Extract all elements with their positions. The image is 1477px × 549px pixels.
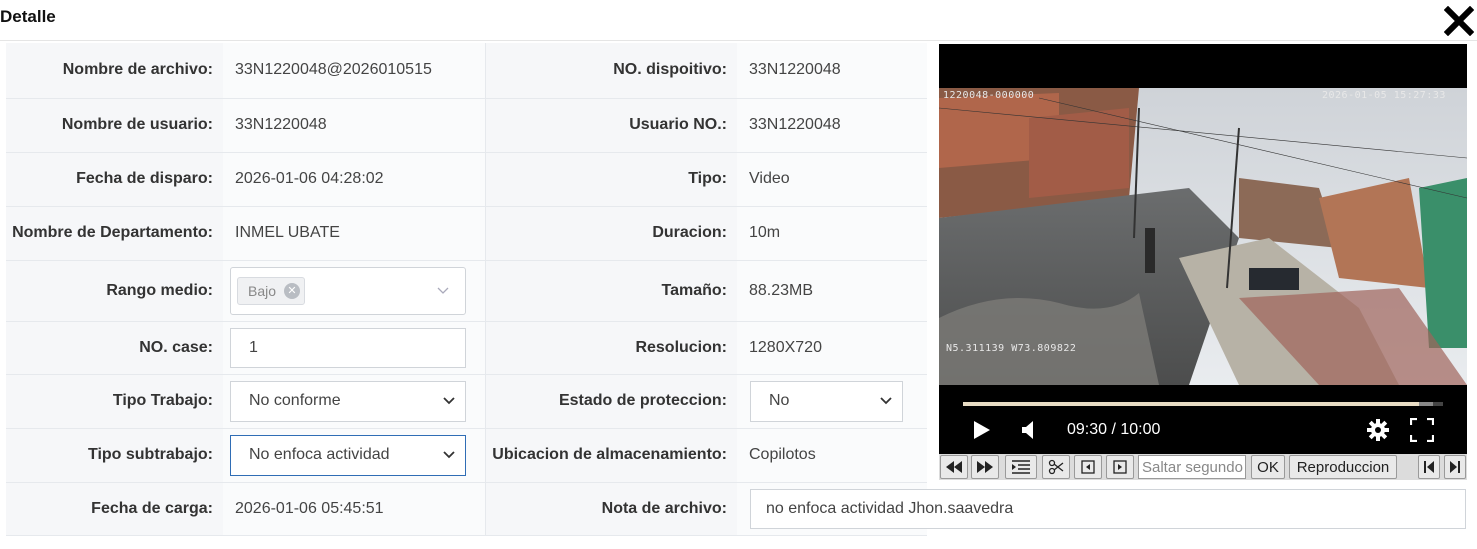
work-type-value: No conforme [249,392,341,409]
file-name-value: 33N1220048@2026010515 [223,43,486,99]
progress-played [963,402,1419,406]
type-label: Tipo: [485,152,737,207]
case-no-input[interactable]: 1 [230,327,466,368]
table-row: Nombre de archivo: 33N1220048@2026010515… [6,43,927,99]
user-name-label: Nombre de usuario: [6,98,223,153]
chevron-down-icon [443,397,455,405]
device-no-label: NO. dispoitivo: [485,43,737,99]
work-type-label: Tipo Trabajo: [6,374,223,429]
osd-gps: N5.311139 W73.809822 [946,343,1077,354]
volume-icon[interactable] [1021,420,1037,445]
playback-button[interactable]: Reproduccion [1289,455,1397,479]
table-row: Nombre de usuario: 33N1220048 Usuario NO… [6,98,927,153]
file-name-label: Nombre de archivo: [6,43,223,99]
progress-buffered [1419,402,1434,406]
chevron-down-icon [443,451,455,459]
video-player[interactable]: 1220048-000000 2026-01-05 15:27:33 N5.31… [939,44,1467,454]
sub-work-type-select[interactable]: No enfoca actividad [230,434,466,476]
medium-range-label: Rango medio: [6,260,223,322]
list-icon[interactable] [1005,455,1037,479]
rewind-icon[interactable] [940,455,968,479]
time-display: 09:30 / 10:00 [1067,421,1161,438]
progress-bar[interactable] [963,402,1443,406]
user-name-value: 33N1220048 [223,98,486,153]
department-label: Nombre de Departamento: [6,206,223,261]
case-no-label: NO. case: [6,321,223,375]
table-row: Tipo Trabajo: No conforme Estado de prot… [6,374,927,429]
tag-remove-icon[interactable]: ✕ [284,282,301,299]
size-label: Tamaño: [485,260,737,322]
file-note-label: Nota de archivo: [485,482,737,536]
medium-range-select[interactable]: Bajo ✕ [230,266,466,315]
upload-date-value: 2026-01-06 05:45:51 [223,482,486,536]
table-row: NO. case: 1 Resolucion: 1280X720 [6,321,927,375]
table-row: Nombre de Departamento: INMEL UBATE Dura… [6,206,927,261]
ok-button[interactable]: OK [1251,455,1285,479]
type-value: Video [737,152,927,207]
upload-date-label: Fecha de carga: [6,482,223,536]
next-frame-icon[interactable] [1106,455,1134,479]
size-value: 88.23MB [737,260,927,322]
protection-label: Estado de proteccion: [485,374,737,429]
sub-work-type-value: No enfoca actividad [249,446,390,463]
chevron-down-icon [880,397,892,405]
tag-label: Bajo [248,282,277,299]
video-scene-image [939,88,1467,385]
trigger-date-label: Fecha de disparo: [6,152,223,207]
protection-select[interactable]: No [750,380,903,422]
medium-range-tag: Bajo ✕ [237,276,306,305]
file-note-input[interactable]: no enfoca actividad Jhon.saavedra [750,489,1466,529]
osd-device-id: 1220048-000000 [943,90,1035,101]
user-no-label: Usuario NO.: [485,98,737,153]
dialog-title: Detalle [0,7,56,26]
fast-forward-icon[interactable] [971,455,999,479]
close-icon[interactable] [1444,6,1474,36]
duration-label: Duracion: [485,206,737,261]
sub-work-type-label: Tipo subtrabajo: [6,428,223,483]
resolution-value: 1280X720 [737,321,927,375]
detail-table: Nombre de archivo: 33N1220048@2026010515… [6,43,927,536]
protection-value: No [769,392,790,409]
settings-gear-icon[interactable] [1366,418,1390,447]
user-no-value: 33N1220048 [737,98,927,153]
storage-label: Ubicacion de almacenamiento: [485,428,737,483]
play-icon[interactable] [973,420,991,445]
duration-value: 10m [737,206,927,261]
trigger-date-value: 2026-01-06 04:28:02 [223,152,486,207]
scissors-icon[interactable] [1042,455,1070,479]
table-row: Fecha de disparo: 2026-01-06 04:28:02 Ti… [6,152,927,207]
storage-value: Copilotos [737,428,927,483]
video-frame[interactable]: 1220048-000000 2026-01-05 15:27:33 N5.31… [939,88,1467,385]
player-toolbar: Saltar segundo OK Reproduccion [939,454,1467,480]
fullscreen-icon[interactable] [1409,417,1435,447]
dialog-header: Detalle [0,0,1477,41]
skip-end-icon[interactable] [1444,455,1466,479]
skip-start-icon[interactable] [1418,455,1440,479]
prev-frame-icon[interactable] [1074,455,1102,479]
work-type-select[interactable]: No conforme [230,380,466,422]
department-value: INMEL UBATE [223,206,486,261]
device-no-value: 33N1220048 [737,43,927,99]
resolution-label: Resolucion: [485,321,737,375]
table-row: Tipo subtrabajo: No enfoca actividad Ubi… [6,428,927,483]
seek-seconds-input[interactable]: Saltar segundo [1138,455,1246,479]
chevron-down-icon [437,287,449,294]
table-row: Rango medio: Bajo ✕ Tamaño: 88.23MB [6,260,927,322]
osd-datetime: 2026-01-05 15:27:33 [1322,90,1446,101]
